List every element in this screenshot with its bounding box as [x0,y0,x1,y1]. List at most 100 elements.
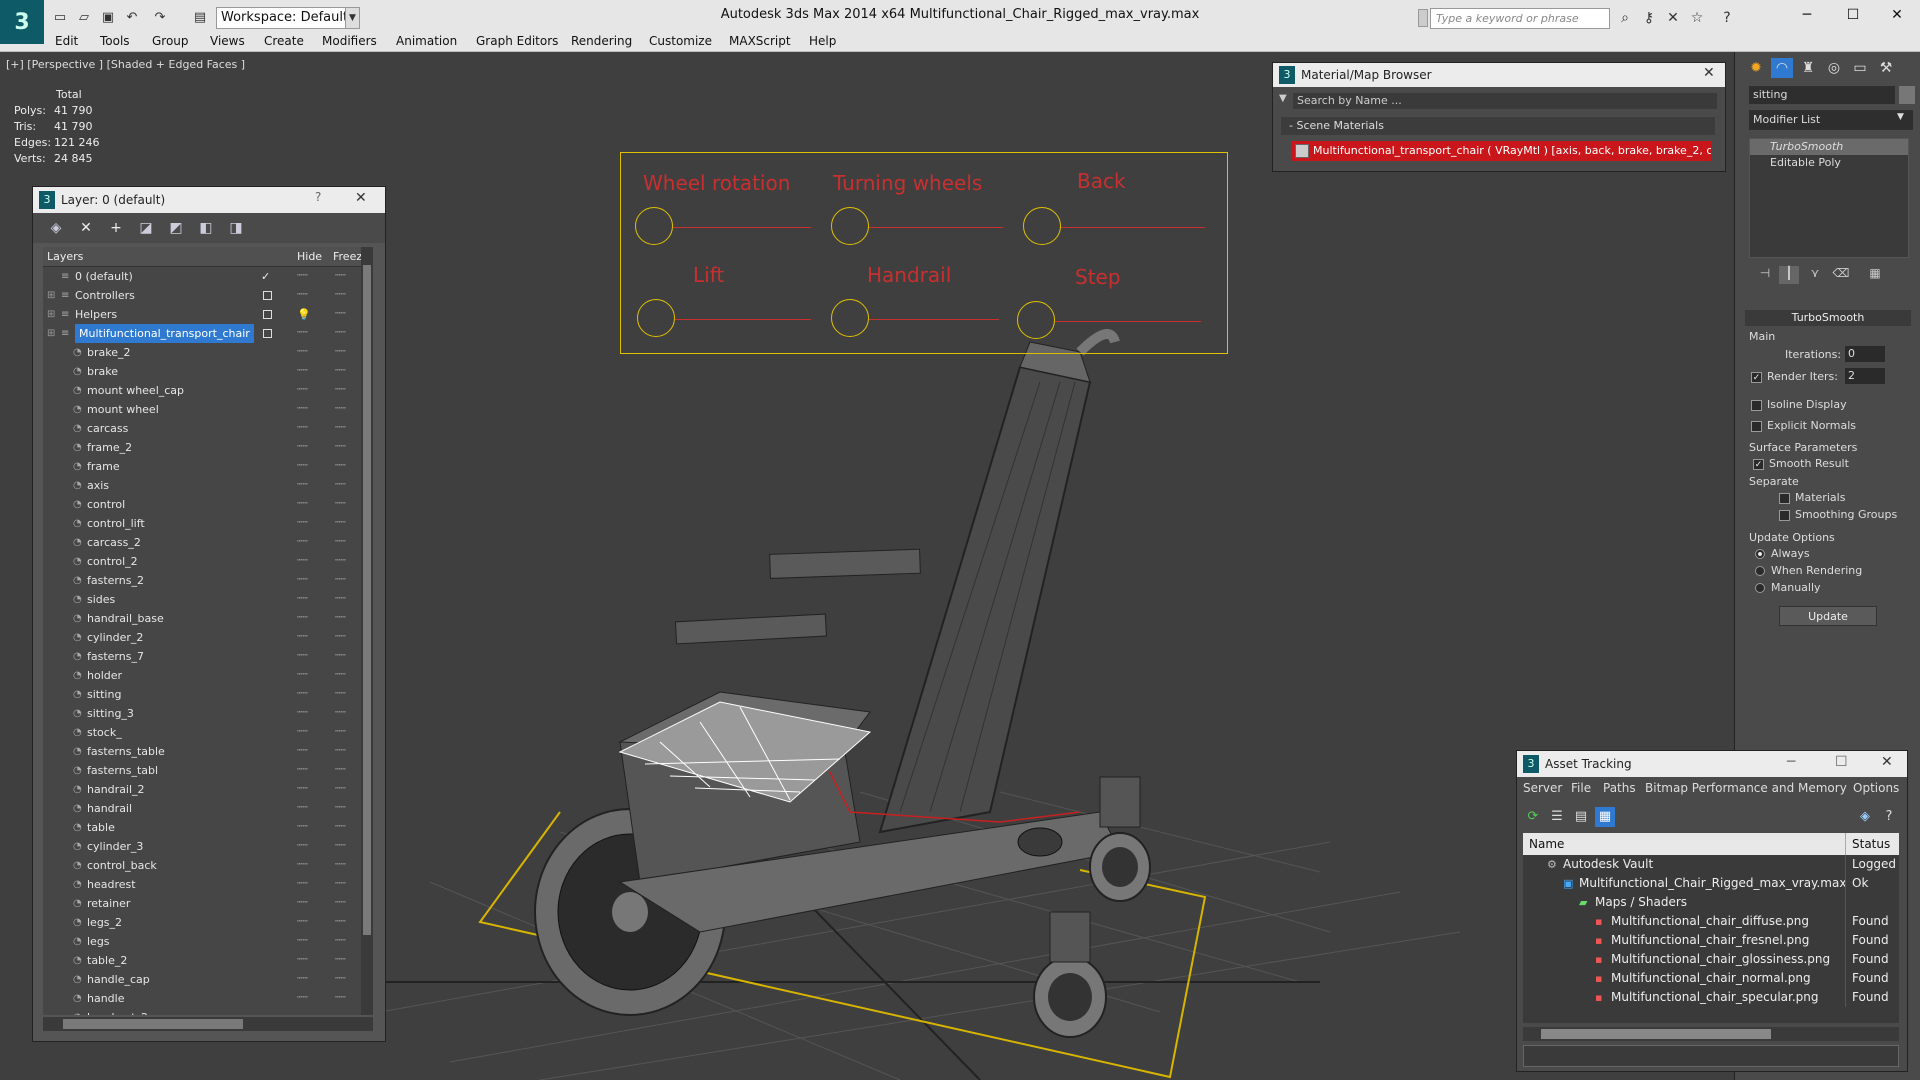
freeze-toggle[interactable]: ┅┅ [335,856,346,875]
hide-toggle[interactable]: ┅┅ [297,685,308,704]
freeze-toggle[interactable]: ┅┅ [335,571,346,590]
when-rendering-radio[interactable] [1755,566,1765,576]
key-icon[interactable]: ⚷ [1640,9,1658,27]
freeze-toggle[interactable]: ┅┅ [335,552,346,571]
grid-view-icon[interactable]: ▦ [1595,807,1615,827]
minimize-button[interactable]: ─ [1784,0,1830,30]
turbosmooth-rollout-header[interactable]: TurboSmooth [1745,310,1911,326]
layer-row[interactable]: ≡ ⊞ Multifunctional_transport_chair ┅┅ ┅┅ [43,324,361,343]
close-button[interactable]: ✕ [1874,0,1920,30]
layer-row[interactable]: ◔ stock_ ┅┅ ┅┅ [43,723,361,742]
hide-toggle[interactable]: ┅┅ [297,419,308,438]
new-layer-icon[interactable]: ◈ [45,219,67,237]
chevron-down-icon[interactable]: ▼ [345,7,360,29]
layer-row[interactable]: ◔ handrail ┅┅ ┅┅ [43,799,361,818]
modify-tab-icon[interactable]: ◠ [1771,58,1793,78]
stack-item-editable-poly[interactable]: Editable Poly [1750,155,1908,171]
layer-row[interactable]: ◔ control_lift ┅┅ ┅┅ [43,514,361,533]
freeze-toggle[interactable]: ┅┅ [335,704,346,723]
hide-toggle[interactable]: ┅┅ [297,381,308,400]
freeze-toggle[interactable]: ┅┅ [335,533,346,552]
rig-slider-wheel-rotation[interactable] [635,207,673,245]
freeze-all-icon[interactable]: ◨ [225,219,247,237]
star-icon[interactable]: ☆ [1688,9,1706,27]
freeze-toggle[interactable]: ┅┅ [335,343,346,362]
layer-panel-title[interactable]: Layer: 0 (default) [33,187,385,213]
freeze-toggle[interactable]: ┅┅ [335,818,346,837]
help-icon[interactable]: ? [1879,807,1899,827]
hide-toggle[interactable]: ┅┅ [297,533,308,552]
active-layer-check-icon[interactable]: ✓ [261,267,270,286]
freeze-toggle[interactable]: ┅┅ [335,438,346,457]
layer-row[interactable]: ◔ legs ┅┅ ┅┅ [43,932,361,951]
asset-row[interactable]: ▪ Multifunctional_chair_glossiness.png Fou… [1523,950,1899,969]
freeze-toggle[interactable]: ┅┅ [335,324,346,343]
smooth-result-checkbox[interactable]: ✓ [1753,459,1764,470]
layer-row[interactable]: ◔ handle_cap ┅┅ ┅┅ [43,970,361,989]
hide-toggle[interactable]: ┅┅ [297,761,308,780]
remove-modifier-icon[interactable]: ⌫ [1831,266,1851,284]
hierarchy-tab-icon[interactable]: ♜ [1797,58,1819,78]
hide-toggle[interactable]: ┅┅ [297,818,308,837]
hide-toggle[interactable]: ┅┅ [297,856,308,875]
freeze-toggle[interactable]: ┅┅ [335,400,346,419]
freeze-toggle[interactable]: ┅┅ [335,951,346,970]
layer-row[interactable]: ◔ handrail_2 ┅┅ ┅┅ [43,780,361,799]
layer-row[interactable]: ◔ brake_2 ┅┅ ┅┅ [43,343,361,362]
menu-edit[interactable]: Edit [55,30,78,52]
layer-row[interactable]: ◔ headrest_2 ┅┅ ┅┅ [43,1008,361,1015]
hide-toggle[interactable]: ┅┅ [297,666,308,685]
layer-row[interactable]: ◔ headrest ┅┅ ┅┅ [43,875,361,894]
create-tab-icon[interactable]: ✹ [1745,58,1767,78]
hide-toggle[interactable]: ┅┅ [297,970,308,989]
layer-list-vscroll-thumb[interactable] [363,265,371,935]
asset-tracking-title[interactable]: Asset Tracking [1517,751,1907,777]
chevron-down-icon[interactable]: ▼ [1897,112,1904,122]
freeze-toggle[interactable]: ┅┅ [335,628,346,647]
layer-row[interactable]: ◔ control_2 ┅┅ ┅┅ [43,552,361,571]
freeze-toggle[interactable]: ┅┅ [335,381,346,400]
freeze-toggle[interactable]: ┅┅ [335,1008,346,1015]
bulb-icon[interactable]: 💡 [297,305,311,324]
layer-current-box[interactable] [263,291,272,300]
freeze-toggle[interactable]: ┅┅ [335,267,346,286]
menu-rendering[interactable]: Rendering [571,30,632,52]
materials-checkbox[interactable] [1779,493,1790,504]
hide-toggle[interactable]: ┅┅ [297,628,308,647]
rig-slider-turning-wheels[interactable] [831,207,869,245]
table-view-icon[interactable]: ▤ [1571,807,1591,827]
modifier-list-dropdown[interactable]: Modifier List [1749,110,1913,130]
list-view-icon[interactable]: ☰ [1547,807,1567,827]
expand-icon[interactable]: ⊞ [47,286,55,305]
expand-icon[interactable]: ⊞ [47,324,55,343]
hide-toggle[interactable]: ┅┅ [297,495,308,514]
at-menu-server[interactable]: Server [1523,781,1562,795]
freeze-toggle[interactable]: ┅┅ [335,913,346,932]
menu-modifiers[interactable]: Modifiers [322,30,377,52]
freeze-toggle[interactable]: ┅┅ [335,647,346,666]
hide-toggle[interactable]: ┅┅ [297,723,308,742]
freeze-toggle[interactable]: ┅┅ [335,761,346,780]
configure-sets-icon[interactable]: ▦ [1865,266,1885,284]
maximize-button[interactable]: ☐ [1830,0,1876,30]
close-icon[interactable]: ✕ [1881,754,1893,770]
update-button[interactable]: Update [1779,606,1877,626]
hide-toggle[interactable]: ┅┅ [297,267,308,286]
manually-radio[interactable] [1755,583,1765,593]
search-expand-icon[interactable] [1418,9,1428,27]
freeze-toggle[interactable]: ┅┅ [335,799,346,818]
freeze-toggle[interactable]: ┅┅ [335,723,346,742]
hide-toggle[interactable]: ┅┅ [297,438,308,457]
freeze-toggle[interactable]: ┅┅ [335,457,346,476]
freeze-toggle[interactable]: ┅┅ [335,419,346,438]
menu-create[interactable]: Create [264,30,304,52]
layer-row[interactable]: ◔ table_2 ┅┅ ┅┅ [43,951,361,970]
make-unique-icon[interactable]: ⋎ [1805,266,1825,284]
hide-toggle[interactable]: ┅┅ [297,1008,308,1015]
help-icon[interactable]: ? [1718,9,1736,27]
close-icon[interactable]: ✕ [1703,65,1715,81]
undo-icon[interactable]: ↶ [122,8,142,28]
freeze-toggle[interactable]: ┅┅ [335,685,346,704]
hide-toggle[interactable]: ┅┅ [297,704,308,723]
asset-list-hscroll-thumb[interactable] [1541,1029,1771,1039]
